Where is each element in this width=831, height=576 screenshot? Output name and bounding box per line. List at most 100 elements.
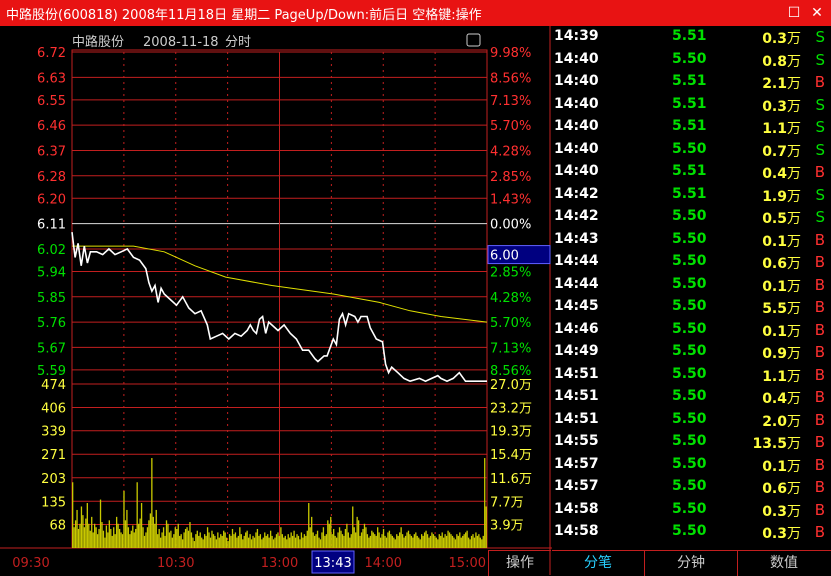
tick-volume-unit: 万: [787, 76, 801, 92]
tick-list[interactable]: 14:39 5.51 0.3万 S 14:40 5.50 0.8万 S 14:40 5.51 2.1…: [552, 26, 831, 548]
volume-bar: [437, 539, 439, 548]
close-button[interactable]: ✕: [806, 2, 828, 24]
tick-volume: 0.6万: [762, 478, 801, 498]
volume-tick-label-right: 11.6万: [490, 472, 532, 487]
volume-bar: [96, 534, 99, 548]
price-tick-label: 6.20: [37, 192, 66, 207]
tick-time: 14:44: [554, 253, 599, 269]
volume-bar: [400, 527, 402, 548]
volume-bar: [265, 535, 267, 548]
volume-bar: [356, 516, 358, 548]
volume-bar: [231, 528, 234, 548]
volume-bar: [412, 537, 414, 548]
tick-price: 5.50: [672, 365, 707, 382]
tab-minutes[interactable]: 分钟: [645, 551, 738, 576]
volume-bar: [91, 516, 93, 548]
volume-bar: [302, 537, 304, 548]
volume-bar: [140, 503, 143, 548]
volume-bar: [334, 535, 336, 548]
tick-volume-value: 5.5: [762, 301, 787, 317]
volume-tick-label-right: 19.3万: [490, 425, 532, 440]
volume-bar: [353, 527, 355, 548]
tick-price: 5.50: [672, 140, 707, 157]
tick-row: 14:51 5.50 1.1万 B: [552, 364, 831, 387]
pct-tick-label: 9.98%: [490, 46, 531, 61]
tick-volume: 2.0万: [762, 411, 801, 431]
tick-volume-unit: 万: [787, 211, 801, 227]
tab-ticks[interactable]: 分笔: [552, 551, 645, 576]
volume-bar: [199, 532, 201, 548]
volume-bar: [328, 523, 330, 548]
volume-bar: [272, 539, 275, 548]
volume-bar: [352, 506, 354, 548]
tick-price: 5.51: [672, 163, 707, 179]
volume-bar: [101, 522, 103, 548]
intraday-chart[interactable]: 中路股份 2008-11-18 分时 6.72 9.98% 6.63 8.56% 6.55 7.…: [0, 26, 552, 575]
tick-row: 14:51 5.50 0.4万 B: [552, 386, 831, 409]
volume-bar: [368, 537, 370, 548]
volume-bar: [143, 535, 146, 548]
tick-volume-unit: 万: [787, 436, 801, 452]
tick-volume: 0.3万: [762, 501, 801, 521]
tick-time: 14:51: [554, 410, 599, 427]
tick-volume: 1.1万: [762, 118, 801, 138]
volume-bar: [294, 537, 297, 548]
tick-time: 14:57: [554, 455, 599, 472]
volume-bar: [149, 513, 152, 548]
tick-volume: 0.1万: [762, 456, 801, 476]
volume-bar: [88, 523, 90, 548]
volume-bar: [418, 537, 420, 548]
tick-volume: 0.3万: [762, 523, 801, 543]
tick-volume-unit: 万: [787, 503, 801, 520]
operate-button[interactable]: 操作: [488, 550, 551, 576]
tick-volume-unit: 万: [787, 233, 801, 250]
volume-bar: [192, 537, 194, 548]
pct-tick-label: 7.13%: [490, 94, 531, 109]
volume-bar: [338, 527, 341, 548]
tick-row: 14:40 5.51 0.3万 S: [552, 94, 831, 117]
volume-bar: [117, 523, 119, 548]
volume-bar: [225, 537, 228, 548]
volume-bar: [476, 535, 479, 548]
volume-bar: [321, 532, 323, 548]
volume-bar: [484, 458, 486, 548]
volume-tick-label: 135: [41, 495, 66, 510]
volume-bar: [390, 534, 392, 548]
volume-bar: [300, 532, 303, 548]
tick-side: S: [815, 95, 825, 114]
volume-bar: [432, 534, 435, 548]
volume-bar: [267, 534, 269, 548]
volume-bar: [381, 534, 383, 548]
volume-bar: [250, 539, 253, 548]
volume-bar: [478, 534, 480, 548]
tick-volume-value: 0.9: [762, 346, 787, 362]
volume-bar: [151, 458, 153, 548]
volume-bar: [306, 530, 308, 548]
price-tick-label: 6.11: [37, 218, 66, 233]
volume-bar: [324, 535, 326, 548]
restore-button[interactable]: ☐: [783, 2, 805, 24]
volume-tick-label-right: 23.2万: [490, 402, 532, 417]
volume-bar: [93, 523, 96, 548]
volume-bar: [247, 537, 250, 548]
volume-bar: [362, 528, 364, 548]
volume-bar: [448, 532, 451, 548]
volume-bar: [211, 530, 213, 548]
volume-bar: [429, 535, 432, 548]
volume-bar: [73, 527, 75, 548]
tick-side: B: [814, 500, 825, 519]
tab-values[interactable]: 数值: [738, 551, 830, 576]
volume-bar: [95, 527, 97, 548]
chart-header-name: 中路股份: [72, 34, 124, 50]
volume-tick-label: 68: [49, 518, 66, 533]
volume-bar: [243, 535, 245, 548]
tick-volume: 1.1万: [762, 366, 801, 386]
volume-bar: [350, 534, 352, 548]
price-tick-label: 6.28: [37, 170, 66, 185]
volume-bar: [457, 535, 459, 548]
volume-bar: [371, 530, 373, 548]
volume-bar: [157, 534, 159, 548]
tick-side: B: [814, 298, 825, 316]
tick-side: B: [814, 343, 825, 361]
volume-bar: [113, 527, 115, 548]
